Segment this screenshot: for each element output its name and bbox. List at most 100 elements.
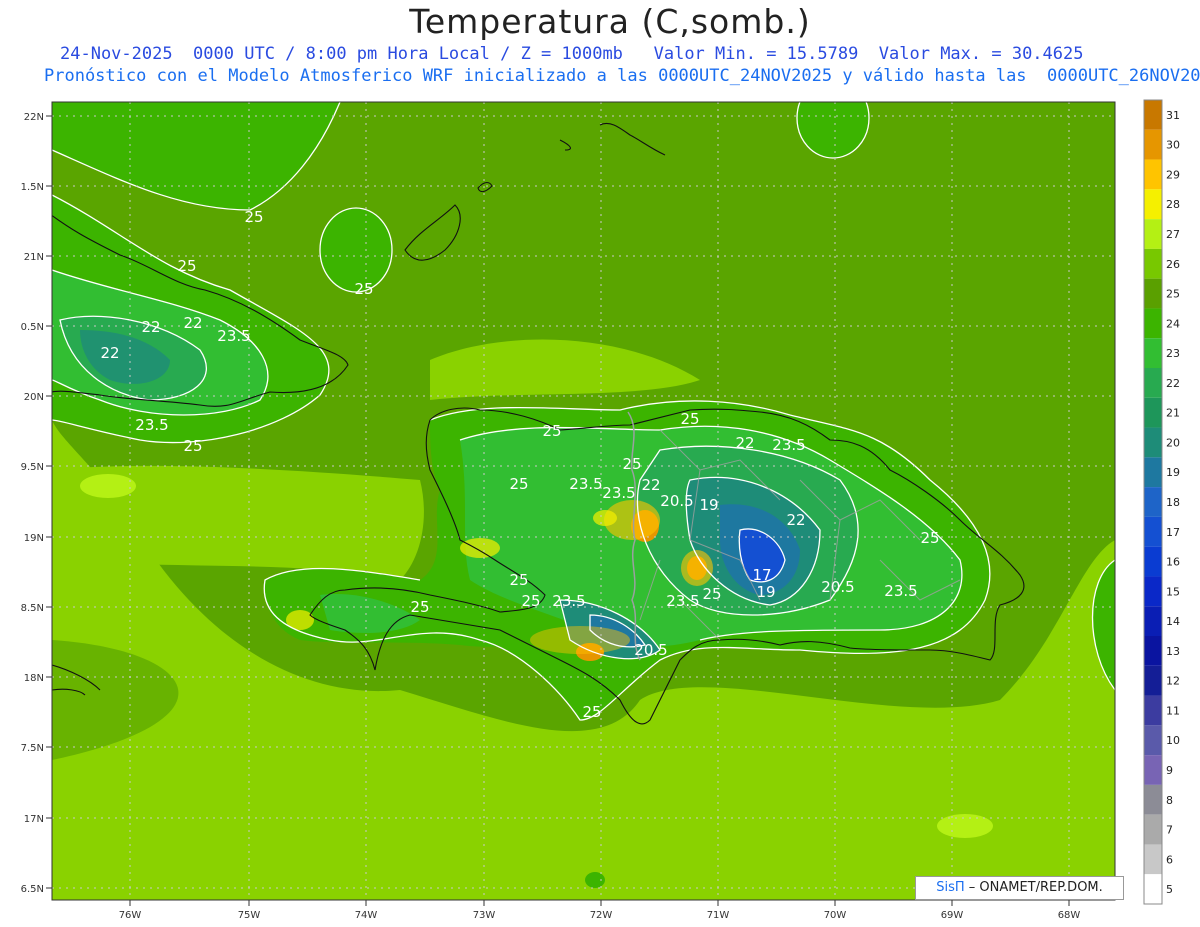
contour-label: 25 <box>521 592 540 610</box>
contour-label: 25 <box>509 475 528 493</box>
colorbar-label: 27 <box>1166 228 1180 241</box>
contour-label: 25 <box>177 257 196 275</box>
contour-label: 19 <box>699 496 718 514</box>
colorbar-label: 20 <box>1166 436 1180 449</box>
colorbar-label: 7 <box>1166 824 1173 837</box>
lat-label: 22N <box>24 112 44 123</box>
contour-label: 25 <box>244 208 263 226</box>
lon-label: 70W <box>824 910 847 921</box>
colorbar-label: 30 <box>1166 139 1180 152</box>
contour-label: 23.5 <box>666 592 699 610</box>
colorbar-label: 21 <box>1166 407 1180 420</box>
contour-label: 22 <box>183 314 202 332</box>
colorbar-label: 26 <box>1166 258 1180 271</box>
colorbar-swatch <box>1144 100 1162 130</box>
contour-label: 22 <box>735 434 754 452</box>
contour-label: 25 <box>702 585 721 603</box>
contour-label: 25 <box>542 422 561 440</box>
chart-title: Temperatura (C,somb.) <box>409 2 811 41</box>
credit-text: – ONAMET/REP.DOM. <box>964 880 1103 895</box>
contour-label: 25 <box>582 703 601 721</box>
contour-label: 22 <box>100 344 119 362</box>
colorbar-label: 25 <box>1166 288 1180 301</box>
lon-label: 68W <box>1058 910 1081 921</box>
colorbar-swatch <box>1144 248 1162 279</box>
lon-label: 76W <box>119 910 142 921</box>
colorbar-swatch <box>1144 278 1162 309</box>
lat-label: 1.5N <box>21 182 44 193</box>
contour-label: 20.5 <box>634 641 667 659</box>
colorbar-swatch <box>1144 606 1162 636</box>
lon-label: 72W <box>590 910 613 921</box>
colorbar-swatch <box>1144 427 1162 458</box>
colorbar-label: 18 <box>1166 496 1180 509</box>
colorbar-label: 12 <box>1166 675 1180 688</box>
colorbar-swatch <box>1144 129 1162 160</box>
colorbar-swatch <box>1144 368 1162 398</box>
contour-label: 23.5 <box>602 484 635 502</box>
colorbar-swatch <box>1144 695 1162 726</box>
lat-label: 17N <box>24 814 44 825</box>
shade-29-spot-3 <box>530 626 630 654</box>
contour-label: 19 <box>756 583 775 601</box>
lon-label: 69W <box>941 910 964 921</box>
colorbar-swatch <box>1144 397 1162 428</box>
contour-label: 25 <box>680 410 699 428</box>
colorbar-label: 8 <box>1166 794 1173 807</box>
lat-label: 18N <box>24 673 44 684</box>
colorbar-swatch <box>1144 784 1162 815</box>
colorbar-swatch <box>1144 636 1162 666</box>
lon-label: 74W <box>355 910 378 921</box>
contour-label: 25 <box>920 529 939 547</box>
contour-label: 25 <box>509 571 528 589</box>
contour-label: 17 <box>752 566 771 584</box>
colorbar-swatch <box>1144 725 1162 756</box>
lon-label: 73W <box>473 910 496 921</box>
colorbar-swatch <box>1144 338 1162 368</box>
colorbar-swatch <box>1144 219 1162 249</box>
colorbar-swatch <box>1144 546 1162 577</box>
colorbar-swatch <box>1144 487 1162 517</box>
colorbar-swatch <box>1144 755 1162 785</box>
colorbar-label: 5 <box>1166 883 1173 896</box>
colorbar-label: 22 <box>1166 377 1180 390</box>
colorbar-label: 31 <box>1166 109 1180 122</box>
contour-label: 23.5 <box>217 327 250 345</box>
colorbar-label: 16 <box>1166 556 1180 569</box>
colorbar-swatch <box>1144 189 1162 220</box>
subtitle-date-line: 24-Nov-2025 0000 UTC / 8:00 pm Hora Loca… <box>60 44 1084 64</box>
lat-label: 21N <box>24 252 44 263</box>
lon-label: 71W <box>707 910 730 921</box>
colorbar-label: 10 <box>1166 734 1180 747</box>
contour-label: 23.5 <box>135 416 168 434</box>
subtitle-model-line: Pronóstico con el Modelo Atmosferico WRF… <box>44 66 1200 86</box>
colorbar-swatch <box>1144 844 1162 875</box>
colorbar-label: 13 <box>1166 645 1180 658</box>
contour-label: 25 <box>183 437 202 455</box>
contour-label: 25 <box>410 598 429 616</box>
colorbar-swatch <box>1144 516 1162 547</box>
temperature-map: 25252525222223.523.5 252525 23.5252223.522… <box>21 99 1180 921</box>
lat-label: 9.5N <box>21 462 44 473</box>
colorbar-label: 15 <box>1166 585 1180 598</box>
colorbar-swatch <box>1144 159 1162 190</box>
lat-label: 6.5N <box>21 884 44 895</box>
colorbar-label: 24 <box>1166 317 1180 330</box>
colorbar-label: 28 <box>1166 198 1180 211</box>
lat-label: 19N <box>24 533 44 544</box>
colorbar-label: 11 <box>1166 704 1180 717</box>
contour-label: 23.5 <box>552 592 585 610</box>
contour-label: 22 <box>641 476 660 494</box>
contour-label: 20.5 <box>821 578 854 596</box>
contour-label: 22 <box>786 511 805 529</box>
colorbar-label: 9 <box>1166 764 1173 777</box>
colorbar-swatch <box>1144 308 1162 339</box>
shade-26-blob-3 <box>585 872 605 888</box>
credit-brand: SisΠ <box>936 880 965 895</box>
contour-label: 20.5 <box>660 492 693 510</box>
lat-label: 20N <box>24 392 44 403</box>
contour-label: 25 <box>354 280 373 298</box>
colorbar-label: 29 <box>1166 168 1180 181</box>
colorbar: 31 30 29 28 27 26 25 24 23 22 21 20 19 18 17 16 15 14 13 12… <box>1143 99 1180 905</box>
lat-label: 7.5N <box>21 743 44 754</box>
